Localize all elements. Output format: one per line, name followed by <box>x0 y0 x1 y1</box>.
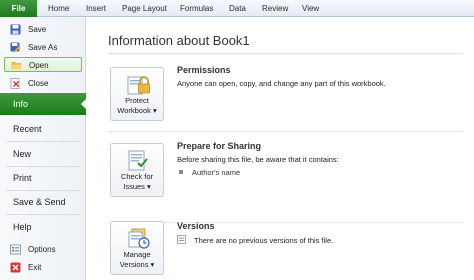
open-folder-icon <box>11 62 22 70</box>
sharing-title: Prepare for Sharing <box>177 141 262 151</box>
manage-versions-label-line1: Manage <box>123 250 151 259</box>
close-label: Close <box>28 79 49 88</box>
check-for-issues-label-line1: Check for <box>120 172 154 181</box>
tab-help[interactable]: Help <box>0 216 86 238</box>
save-as-command[interactable]: Save As <box>4 40 82 55</box>
title-divider <box>108 53 463 54</box>
section-divider <box>108 131 463 132</box>
ribbon-tab-bar: File Home Insert Page Layout Formulas Da… <box>0 0 474 17</box>
save-as-label: Save As <box>28 43 58 52</box>
save-icon <box>10 24 21 35</box>
nav-divider <box>6 214 80 215</box>
exit-command[interactable]: Exit <box>4 260 82 275</box>
exit-label: Exit <box>28 263 42 272</box>
versions-title: Versions <box>177 221 215 231</box>
protect-workbook-label: Protect Workbook ▾ <box>111 96 163 116</box>
bullet-icon <box>179 170 183 174</box>
check-for-issues-label: Check for Issues ▾ <box>111 172 163 192</box>
sharing-bullet-author: Author's name <box>179 168 240 177</box>
author-name-item: Author's name <box>192 168 241 177</box>
protect-workbook-label-line2: Workbook ▾ <box>117 106 157 115</box>
tab-review[interactable]: Review <box>262 0 288 17</box>
manage-versions-label-line2: Versions ▾ <box>119 260 155 269</box>
save-as-icon <box>10 42 21 52</box>
save-command[interactable]: Save <box>4 22 82 37</box>
options-label: Options <box>28 245 56 254</box>
open-label: Open <box>29 61 49 70</box>
versions-info-icon <box>177 235 186 244</box>
check-for-issues-button[interactable]: Check for Issues ▾ <box>110 143 164 197</box>
tab-print[interactable]: Print <box>0 167 86 189</box>
check-for-issues-label-line2: Issues ▾ <box>123 182 151 191</box>
tab-view[interactable]: View <box>302 0 319 17</box>
tab-info[interactable]: Info <box>0 93 87 115</box>
exit-icon <box>10 262 21 273</box>
check-for-issues-icon <box>128 150 148 171</box>
tab-insert[interactable]: Insert <box>86 0 106 17</box>
versions-description: There are no previous versions of this f… <box>177 235 333 245</box>
tab-formulas[interactable]: Formulas <box>180 0 213 17</box>
tab-home[interactable]: Home <box>48 0 69 17</box>
protect-workbook-icon <box>127 76 150 95</box>
tab-save-and-send[interactable]: Save & Send <box>0 191 86 213</box>
close-command[interactable]: Close <box>4 76 82 91</box>
permissions-description: Anyone can open, copy, and change any pa… <box>177 79 386 88</box>
permissions-title: Permissions <box>177 65 231 75</box>
tab-page-layout[interactable]: Page Layout <box>122 0 167 17</box>
page-title: Information about Book1 <box>108 33 250 48</box>
versions-description-text: There are no previous versions of this f… <box>194 236 334 245</box>
tab-data[interactable]: Data <box>229 0 246 17</box>
backstage-nav: Save Save As Open Close Info Recent New … <box>0 17 87 280</box>
open-command[interactable]: Open <box>4 57 82 72</box>
sharing-description: Before sharing this file, be aware that … <box>177 155 339 164</box>
tab-recent[interactable]: Recent <box>0 118 86 140</box>
manage-versions-icon <box>128 228 150 249</box>
info-panel: Information about Book1 Protect Workbook… <box>87 17 474 280</box>
manage-versions-button[interactable]: Manage Versions ▾ <box>110 221 164 275</box>
protect-workbook-button[interactable]: Protect Workbook ▾ <box>110 67 164 121</box>
options-command[interactable]: Options <box>4 242 82 257</box>
close-file-icon <box>10 78 20 89</box>
options-icon <box>10 244 21 255</box>
nav-divider <box>6 141 80 142</box>
manage-versions-label: Manage Versions ▾ <box>111 250 163 270</box>
tab-new[interactable]: New <box>0 143 86 165</box>
save-label: Save <box>28 25 47 34</box>
protect-workbook-label-line1: Protect <box>125 96 149 105</box>
tab-file[interactable]: File <box>0 0 37 17</box>
